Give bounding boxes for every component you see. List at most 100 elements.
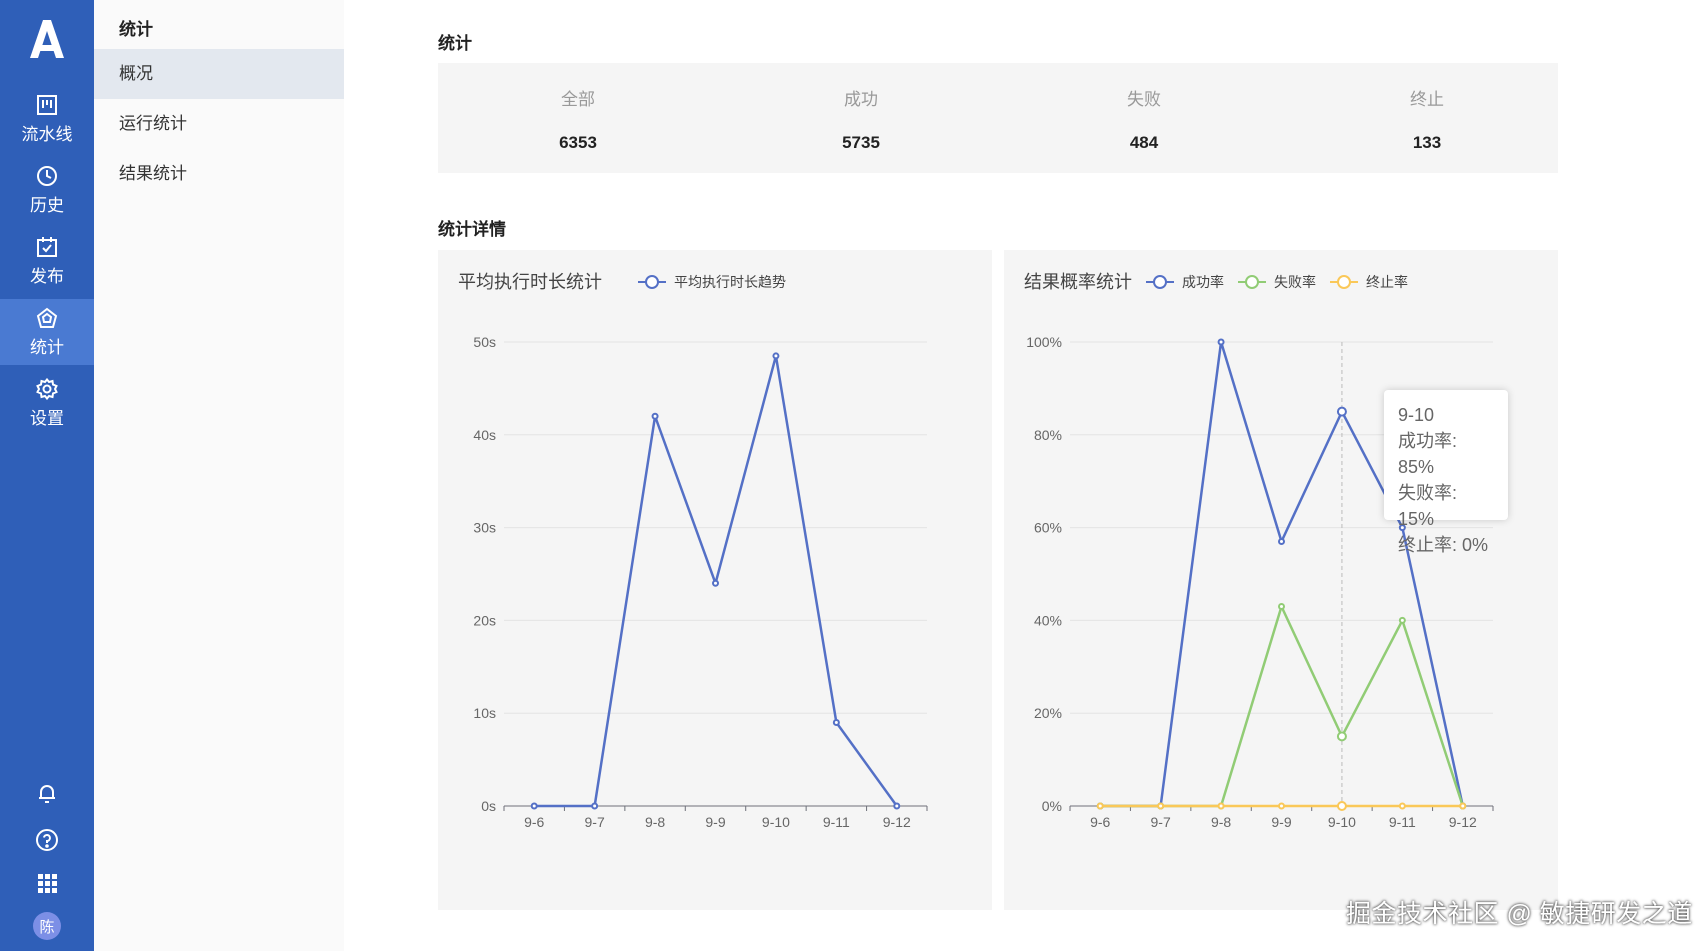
apps-grid-icon[interactable] xyxy=(35,871,59,895)
y-tick-label: 0% xyxy=(1042,798,1062,814)
stat-label: 成功 xyxy=(844,90,878,109)
tooltip-title: 9-10 xyxy=(1398,405,1435,425)
x-tick-label: 9-9 xyxy=(705,814,725,830)
tooltip-line-failed: 失败率: 15% xyxy=(1398,483,1458,529)
result-rate-line-chart: 结果概率统计 成功率 失败率 终止率 0% 20% 40% 60% 80% 100% 9-6 9-7 9… xyxy=(1024,272,1494,830)
rail-item-release[interactable]: 发布 xyxy=(0,228,94,294)
pipeline-icon xyxy=(37,94,57,115)
data-point xyxy=(651,412,659,420)
tooltip-line-aborted: 终止率: 0% xyxy=(1398,535,1489,555)
data-point xyxy=(1278,602,1285,610)
data-point xyxy=(1278,538,1285,546)
x-tick-label: 9-10 xyxy=(762,814,790,830)
data-point xyxy=(1217,802,1225,810)
rail-item-label: 统计 xyxy=(30,337,64,357)
stat-failed: 失败 484 xyxy=(1004,63,1284,173)
left-rail: 流水线 历史 发布 统计 设置 陈 xyxy=(0,0,94,951)
y-tick-label: 30s xyxy=(473,520,496,536)
y-tick-label: 80% xyxy=(1034,427,1062,443)
rail-item-stats[interactable]: 统计 xyxy=(0,299,94,365)
data-point xyxy=(1398,616,1406,624)
x-tick-label: 9-6 xyxy=(524,814,544,830)
rail-item-label: 设置 xyxy=(30,408,64,428)
data-point xyxy=(712,579,719,587)
y-tick-label: 10s xyxy=(473,705,496,721)
submenu-title: 统计 xyxy=(119,20,153,39)
stats-title: 统计 xyxy=(438,34,472,53)
help-icon[interactable] xyxy=(35,828,59,852)
stat-label: 全部 xyxy=(561,90,595,109)
x-tick-label: 9-12 xyxy=(1449,814,1477,830)
data-point xyxy=(1336,731,1347,742)
submenu: 统计 概况 运行统计 结果统计 xyxy=(94,0,344,951)
chart-title: 平均执行时长统计 xyxy=(458,272,602,292)
stat-aborted: 终止 133 xyxy=(1287,63,1567,173)
x-tick-label: 9-11 xyxy=(1389,814,1416,830)
data-point xyxy=(1398,802,1406,810)
rail-item-label: 流水线 xyxy=(21,124,73,144)
data-point xyxy=(1096,802,1104,810)
x-tick-label: 9-12 xyxy=(883,814,911,830)
duration-chart-panel: 平均执行时长统计 平均执行时长趋势 0s 10s 20s 30s 40s 50s 9-6 9-7 9… xyxy=(438,250,992,910)
bell-icon[interactable] xyxy=(35,781,59,805)
rail-item-pipeline[interactable]: 流水线 xyxy=(0,86,94,152)
rail-item-label: 历史 xyxy=(30,195,64,215)
legend-marker xyxy=(1153,275,1167,289)
chart-title: 结果概率统计 xyxy=(1024,272,1132,292)
legend-label: 失败率 xyxy=(1274,274,1316,290)
y-tick-label: 0s xyxy=(481,798,496,814)
y-tick-label: 40s xyxy=(473,427,496,443)
data-point xyxy=(591,802,599,810)
chart-tooltip: 9-10 成功率: 85% 失败率: 15% 终止率: 0% xyxy=(1384,390,1508,555)
clock-icon xyxy=(37,165,57,186)
submenu-item-overview[interactable]: 概况 xyxy=(94,49,344,99)
y-tick-label: 40% xyxy=(1034,612,1062,628)
data-point xyxy=(832,718,840,726)
legend-label: 成功率 xyxy=(1182,274,1224,290)
x-tick-label: 9-10 xyxy=(1328,814,1356,830)
stat-value: 6353 xyxy=(559,133,597,152)
app-logo[interactable] xyxy=(26,18,68,60)
rail-item-label: 发布 xyxy=(30,266,64,286)
submenu-item-result-stats[interactable]: 结果统计 xyxy=(94,149,344,199)
x-tick-label: 9-8 xyxy=(1211,814,1231,830)
y-tick-label: 20s xyxy=(473,612,496,628)
data-point xyxy=(1336,406,1347,417)
details-title: 统计详情 xyxy=(438,220,506,239)
data-point xyxy=(772,352,780,360)
x-tick-label: 9-7 xyxy=(585,814,605,830)
avatar[interactable]: 陈 xyxy=(33,912,61,940)
result-rate-chart-panel: 结果概率统计 成功率 失败率 终止率 0% 20% 40% 60% 80% 100% 9-6 9-7 9… xyxy=(1004,250,1558,910)
x-tick-label: 9-6 xyxy=(1090,814,1110,830)
stat-success: 成功 5735 xyxy=(721,63,1001,173)
stat-value: 133 xyxy=(1412,133,1442,152)
legend-label: 平均执行时长趋势 xyxy=(674,274,786,290)
pentagon-chart-icon xyxy=(36,307,58,328)
data-point xyxy=(1336,801,1347,811)
legend-label: 终止率 xyxy=(1366,274,1408,290)
y-tick-label: 20% xyxy=(1034,705,1062,721)
x-tick-label: 9-11 xyxy=(823,814,850,830)
watermark: 掘金技术社区 @ 敏捷研发之道 xyxy=(1346,900,1693,928)
stat-label: 失败 xyxy=(1127,90,1161,109)
data-point xyxy=(1459,802,1467,810)
rail-item-settings[interactable]: 设置 xyxy=(0,370,94,436)
data-point xyxy=(1278,802,1285,810)
legend-marker xyxy=(1337,275,1351,289)
y-tick-label: 50s xyxy=(473,334,496,350)
calendar-check-icon xyxy=(37,236,57,257)
stat-label: 终止 xyxy=(1410,90,1444,109)
data-point xyxy=(1217,338,1225,346)
submenu-item-run-stats[interactable]: 运行统计 xyxy=(94,99,344,149)
stat-value: 484 xyxy=(1129,133,1159,152)
rail-item-history[interactable]: 历史 xyxy=(0,157,94,223)
y-tick-label: 100% xyxy=(1026,334,1062,350)
duration-line-chart: 平均执行时长统计 平均执行时长趋势 0s 10s 20s 30s 40s 50s 9-6 9-7 9… xyxy=(458,272,928,830)
x-tick-label: 9-8 xyxy=(645,814,665,830)
data-point xyxy=(530,802,538,810)
stat-value: 5735 xyxy=(842,133,880,152)
tooltip-line-success: 成功率: 85% xyxy=(1398,431,1458,477)
series-line xyxy=(1100,605,1464,808)
legend-marker xyxy=(1245,275,1259,289)
gear-icon xyxy=(36,377,58,400)
